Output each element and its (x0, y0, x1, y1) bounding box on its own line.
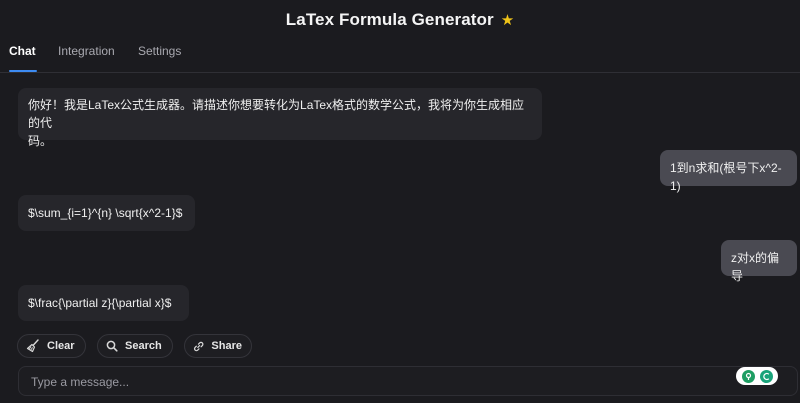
message-text: 码。 (28, 134, 53, 148)
search-label: Search (125, 340, 162, 352)
star-icon[interactable]: ★ (501, 13, 514, 28)
bot-message: 你好！我是LaTex公式生成器。请描述你想要转化为LaTex格式的数学公式，我将… (18, 88, 542, 148)
tab-chat[interactable]: Chat (9, 44, 36, 58)
user-message: 1到n求和(根号下x^2-1) (660, 150, 797, 193)
share-button[interactable]: Share (184, 334, 252, 358)
user-message: z对x的偏导 (721, 240, 797, 283)
message-text: 你好！我是LaTex公式生成器。请描述你想要转化为LaTex格式的数学公式，我将… (28, 98, 525, 130)
share-label: Share (211, 340, 242, 352)
message-text: $\sum_{i=1}^{n} \sqrt{x^2-1}$ (28, 206, 183, 220)
bot-message: $\frac{\partial z}{\partial x}$ (18, 285, 189, 321)
clear-label: Clear (47, 340, 75, 352)
clear-button[interactable]: Clear (17, 334, 86, 358)
search-icon (106, 340, 118, 352)
message-input[interactable] (29, 367, 733, 397)
message-text: 1到n求和(根号下x^2-1) (670, 161, 782, 193)
page-title: LaTex Formula Generator (285, 10, 494, 29)
app-window: LaTex Formula Generator ★ Chat Integrati… (0, 0, 800, 403)
link-icon (194, 341, 204, 351)
active-tab-indicator (9, 70, 37, 72)
tab-bar: Chat Integration Settings (0, 40, 800, 73)
grammar-check-icon[interactable] (741, 369, 755, 383)
message-text: z对x的偏导 (731, 251, 780, 283)
tab-integration[interactable]: Integration (58, 44, 115, 58)
bot-message: $\sum_{i=1}^{n} \sqrt{x^2-1}$ (18, 195, 195, 231)
search-button[interactable]: Search (97, 334, 173, 358)
writing-assistant-icon[interactable] (759, 369, 773, 383)
extension-badges (736, 367, 778, 385)
broom-icon (26, 339, 39, 353)
tab-settings[interactable]: Settings (138, 44, 181, 58)
message-text: $\frac{\partial z}{\partial x}$ (28, 296, 172, 310)
message-input-container (18, 366, 798, 397)
header: LaTex Formula Generator ★ (0, 0, 800, 40)
